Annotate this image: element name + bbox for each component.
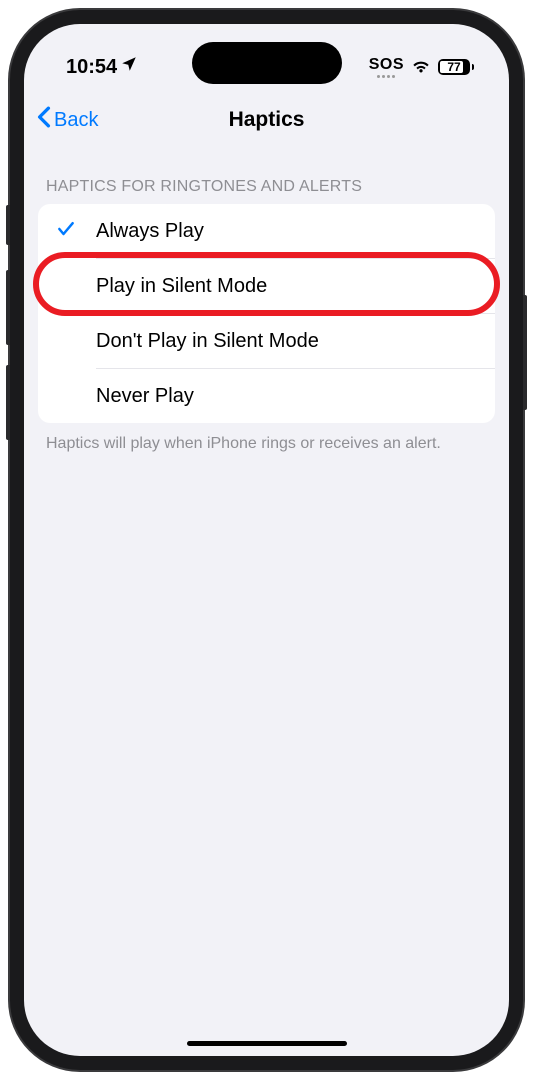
option-label: Don't Play in Silent Mode — [96, 330, 477, 353]
option-play-in-silent-mode[interactable]: Play in Silent Mode — [38, 259, 495, 313]
option-label: Play in Silent Mode — [96, 275, 477, 298]
location-arrow-icon — [120, 55, 138, 79]
sos-indicator: SOS — [369, 56, 404, 78]
silent-switch — [6, 205, 10, 245]
status-left: 10:54 — [66, 55, 138, 79]
navigation-bar: Back Haptics — [24, 88, 509, 148]
option-label: Always Play — [96, 220, 477, 243]
back-label: Back — [54, 109, 98, 132]
section-header: HAPTICS FOR RINGTONES AND ALERTS — [24, 148, 509, 204]
section-footer: Haptics will play when iPhone rings or r… — [24, 423, 509, 465]
option-label: Never Play — [96, 385, 477, 408]
option-never-play[interactable]: Never Play — [38, 369, 495, 423]
screen: 10:54 SOS — [24, 24, 509, 1056]
haptics-options-list: Always Play Play in Silent Mode Don't Pl… — [38, 204, 495, 423]
checkmark-icon — [56, 219, 96, 244]
option-always-play[interactable]: Always Play — [38, 204, 495, 258]
status-right: SOS 77 — [369, 56, 474, 78]
phone-frame: 10:54 SOS — [10, 10, 523, 1070]
dynamic-island — [192, 42, 342, 84]
volume-down-button — [6, 365, 10, 440]
volume-up-button — [6, 270, 10, 345]
battery-icon: 77 — [438, 59, 474, 75]
wifi-icon — [411, 57, 431, 78]
page-title: Haptics — [229, 108, 305, 132]
home-indicator[interactable] — [187, 1041, 347, 1046]
clock-time: 10:54 — [66, 56, 117, 79]
chevron-left-icon — [36, 106, 52, 134]
sos-label: SOS — [369, 56, 404, 74]
option-dont-play-in-silent-mode[interactable]: Don't Play in Silent Mode — [38, 314, 495, 368]
back-button[interactable]: Back — [36, 106, 98, 134]
power-button — [523, 295, 527, 410]
battery-percent: 77 — [447, 60, 460, 74]
